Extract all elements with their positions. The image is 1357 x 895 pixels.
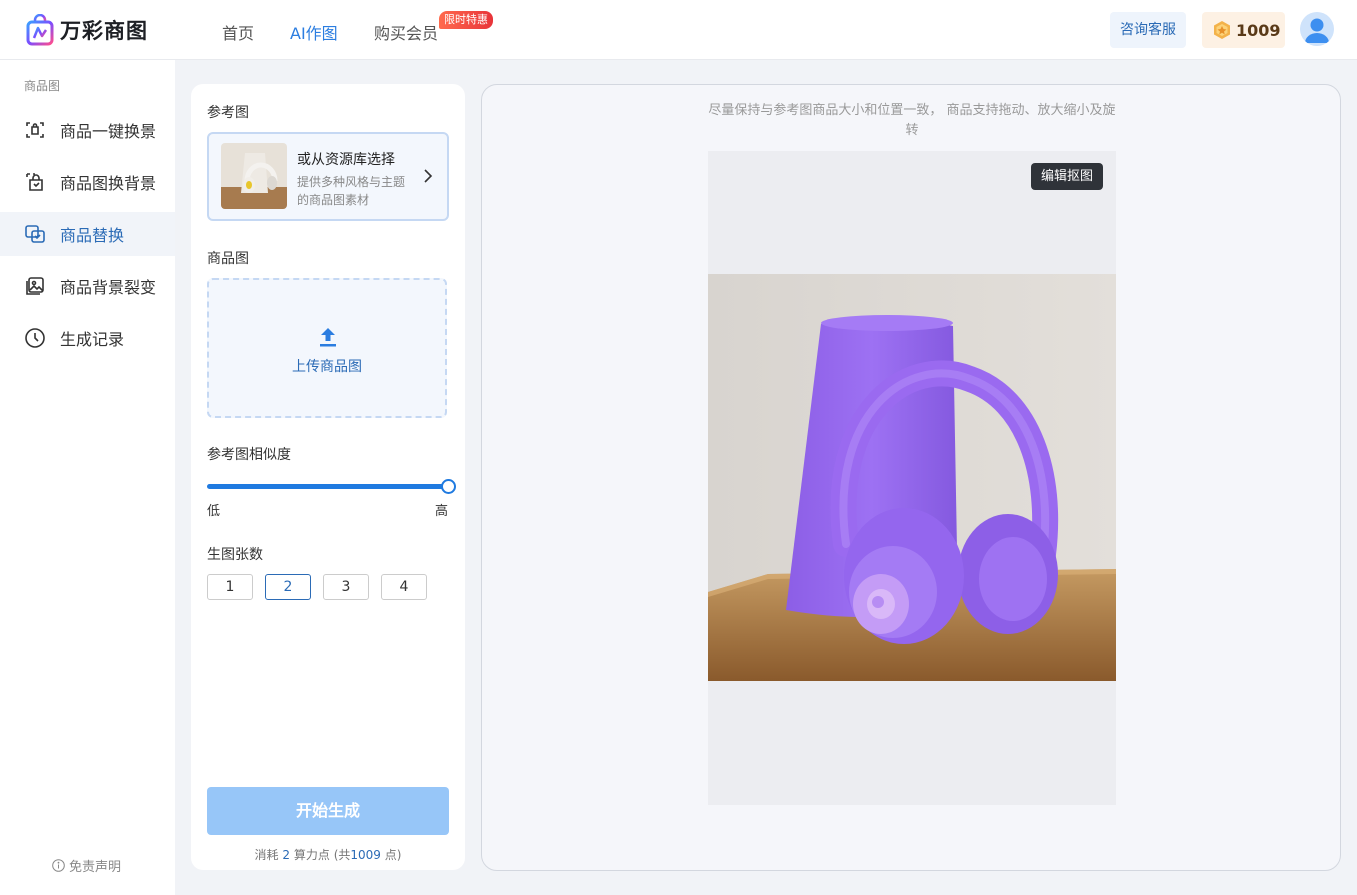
upload-arrow-icon	[320, 328, 336, 347]
sidebar-item-product-replace[interactable]: 商品替换	[0, 212, 175, 256]
similarity-high-label: 高	[435, 504, 449, 519]
nav-home[interactable]: 首页	[222, 20, 254, 44]
brand-logo[interactable]: 万彩商图	[26, 14, 148, 46]
top-header: 万彩商图 首页 AI作图 购买会员 限时特惠 咨询客服 1009	[0, 0, 1357, 60]
upload-product-dropzone[interactable]: 上传商品图	[207, 278, 447, 418]
product-preview-image[interactable]	[708, 274, 1116, 681]
sidebar-section-title: 商品图	[24, 79, 61, 93]
info-icon	[52, 859, 65, 872]
reference-label: 参考图	[207, 105, 249, 121]
coin-icon	[1214, 21, 1230, 39]
sidebar-item-label: 商品一键换景	[60, 122, 157, 141]
similarity-label: 参考图相似度	[207, 447, 291, 463]
reference-library-card[interactable]: 或从资源库选择 提供多种风格与主题的商品图素材	[207, 132, 449, 221]
clock-icon	[25, 328, 45, 348]
bag-background-icon	[26, 173, 43, 191]
image-variants-icon	[26, 277, 44, 295]
logo-bag-icon	[26, 14, 54, 46]
start-generate-button[interactable]: 开始生成	[207, 787, 449, 835]
count-option-2[interactable]: 2	[265, 574, 311, 600]
cost-amount: 2	[282, 848, 291, 862]
sidebar-item-image-variants[interactable]: 商品背景裂变	[0, 264, 175, 308]
reference-card-description: 提供多种风格与主题的商品图素材	[297, 175, 406, 207]
disclaimer-link[interactable]: 免责声明	[52, 856, 121, 875]
sidebar-item-history[interactable]: 生成记录	[0, 316, 175, 360]
sidebar-item-bag-background[interactable]: 商品图换背景	[0, 160, 175, 204]
editing-stage[interactable]: 编辑抠图	[708, 151, 1116, 805]
similarity-slider-handle[interactable]	[441, 479, 456, 494]
canvas-hint: 尽量保持与参考图商品大小和位置一致， 商品支持拖动、放大缩小及旋转	[708, 103, 1116, 138]
sidebar-item-label: 商品图换背景	[60, 174, 157, 193]
user-avatar[interactable]	[1300, 12, 1334, 46]
count-option-4[interactable]: 4	[381, 574, 427, 600]
sidebar: 商品图 商品一键换景 商品图换背景 商品替换 商品背景裂变 生成记录 免责声明	[0, 60, 175, 895]
cost-total-suffix: 点)	[384, 848, 402, 862]
reference-card-title: 或从资源库选择	[297, 152, 395, 168]
scene-swap-icon	[26, 122, 44, 138]
count-option-1[interactable]: 1	[207, 574, 253, 600]
nav-membership[interactable]: 购买会员	[374, 20, 438, 44]
nav-ai-design[interactable]: AI作图	[290, 20, 338, 44]
count-option-3[interactable]: 3	[323, 574, 369, 600]
consult-button[interactable]: 咨询客服	[1110, 12, 1186, 48]
sidebar-item-label: 商品背景裂变	[60, 278, 157, 297]
sidebar-item-scene-swap[interactable]: 商品一键换景	[0, 108, 175, 152]
similarity-low-label: 低	[207, 504, 221, 519]
image-count-label: 生图张数	[207, 547, 263, 563]
promo-badge: 限时特惠	[439, 11, 493, 29]
settings-panel: 参考图 或从资源库选择 提供多种风格与主题的商品图素材 商品图 上传商品图 参考…	[191, 84, 465, 870]
cost-total: 1009	[350, 848, 381, 862]
preview-canvas: 尽量保持与参考图商品大小和位置一致， 商品支持拖动、放大缩小及旋转 编辑抠图	[481, 84, 1341, 871]
chevron-right-icon	[424, 169, 433, 183]
cost-total-prefix: (共	[333, 848, 351, 862]
sidebar-item-label: 商品替换	[60, 226, 125, 245]
cost-summary: 消耗 2 算力点 (共1009 点)	[191, 846, 465, 863]
points-balance[interactable]: 1009	[1202, 12, 1285, 48]
edit-cutout-button[interactable]: 编辑抠图	[1031, 163, 1103, 190]
reference-thumbnail	[221, 143, 287, 209]
disclaimer-label: 免责声明	[69, 860, 122, 875]
points-value: 1009	[1236, 20, 1281, 40]
similarity-slider-track[interactable]	[207, 484, 449, 489]
cost-prefix: 消耗	[254, 848, 279, 862]
product-image-label: 商品图	[207, 251, 249, 267]
cost-unit: 算力点	[293, 848, 330, 862]
product-replace-icon	[25, 225, 45, 243]
sidebar-item-label: 生成记录	[60, 330, 125, 349]
avatar-user-icon	[1300, 12, 1334, 46]
upload-label: 上传商品图	[292, 359, 362, 375]
brand-name: 万彩商图	[60, 19, 148, 43]
